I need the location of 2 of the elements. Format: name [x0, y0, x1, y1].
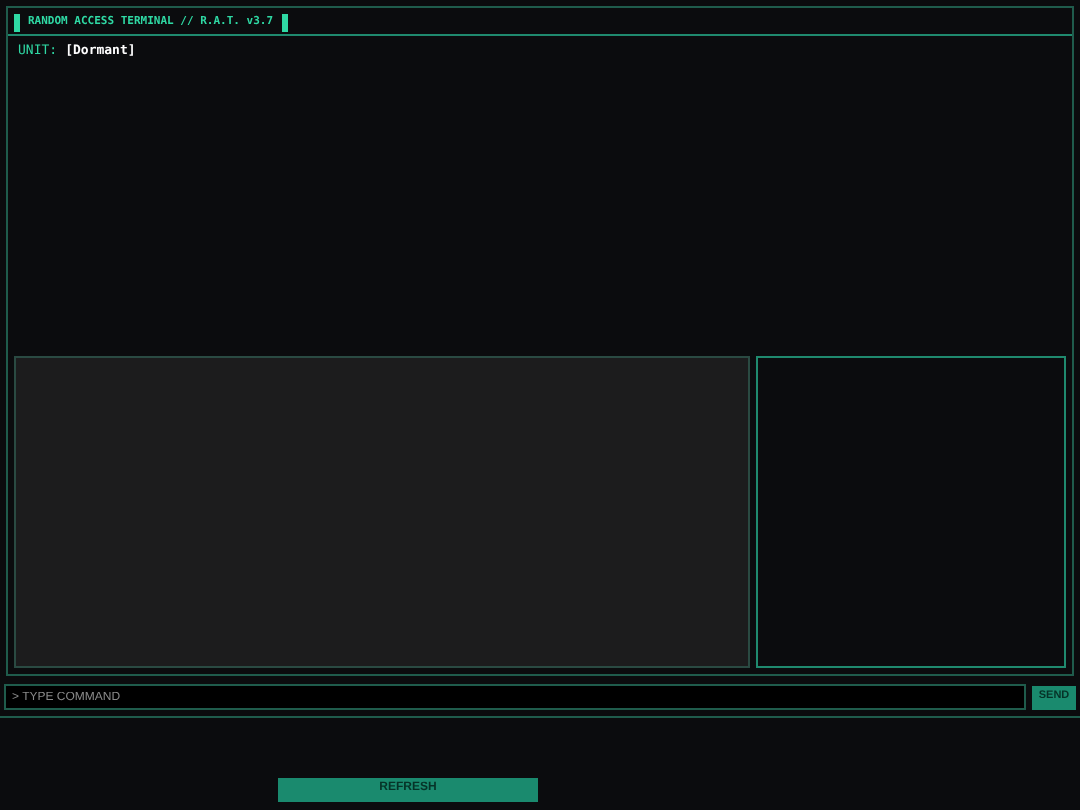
title-marker: [281, 14, 288, 32]
title-marker: [14, 14, 20, 32]
